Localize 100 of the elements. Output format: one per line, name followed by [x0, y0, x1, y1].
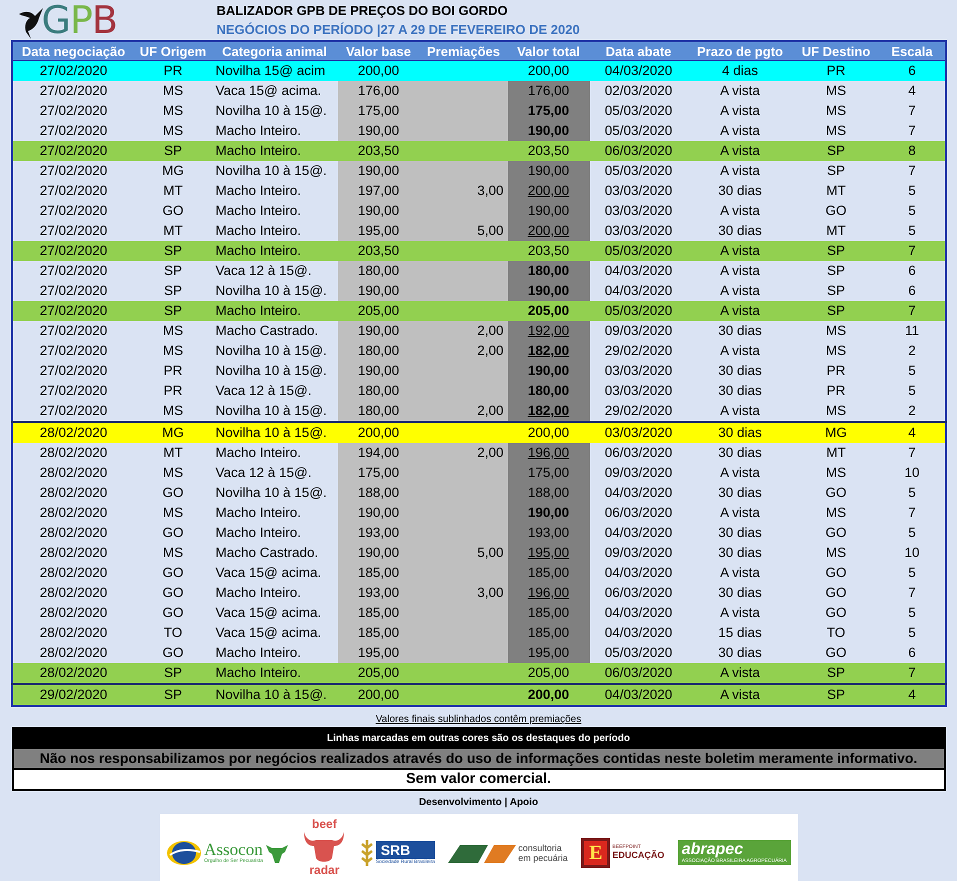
table-cell: PR — [134, 60, 212, 81]
table-cell: SP — [134, 684, 212, 706]
bird-icon — [18, 6, 44, 40]
table-cell: 195,00 — [338, 643, 420, 663]
table-cell: 7 — [880, 301, 946, 321]
wheat-icon — [360, 838, 374, 868]
table-cell: 190,00 — [338, 361, 420, 381]
column-header: Escala — [880, 41, 946, 60]
period-subtitle: NEGÓCIOS DO PERÍODO |27 A 29 DE FEVEREIRO DE 2020 — [216, 21, 580, 39]
table-cell: A vista — [688, 663, 792, 684]
table-cell: 200,00 — [508, 181, 590, 201]
table-cell: 203,50 — [508, 141, 590, 161]
brand-tagline: consultoria — [518, 842, 563, 852]
table-cell: 8 — [880, 141, 946, 161]
table-cell: 27/02/2020 — [12, 241, 134, 261]
table-cell: 205,00 — [338, 663, 420, 684]
table-cell: 190,00 — [338, 543, 420, 563]
table-cell: 176,00 — [508, 81, 590, 101]
table-cell: 2,00 — [420, 401, 508, 422]
table-cell: 185,00 — [338, 603, 420, 623]
table-cell: 180,00 — [338, 401, 420, 422]
table-cell: Macho Inteiro. — [212, 301, 338, 321]
brand-name: beef — [312, 818, 337, 830]
table-cell: 6 — [880, 60, 946, 81]
table-cell: 2,00 — [420, 443, 508, 463]
table-cell: 05/03/2020 — [590, 241, 688, 261]
table-cell: Macho Inteiro. — [212, 141, 338, 161]
table-cell: 175,00 — [338, 101, 420, 121]
table-cell: 7 — [880, 161, 946, 181]
table-cell: 190,00 — [508, 281, 590, 301]
table-cell: 28/02/2020 — [12, 443, 134, 463]
table-cell: SP — [134, 663, 212, 684]
table-cell: 200,00 — [508, 60, 590, 81]
table-cell: 7 — [880, 241, 946, 261]
table-cell: 180,00 — [338, 341, 420, 361]
credits-label: Desenvolvimento | Apoio — [418, 796, 538, 810]
table-cell: 195,00 — [508, 643, 590, 663]
table-cell: 190,00 — [508, 121, 590, 141]
table-cell: 193,00 — [338, 523, 420, 543]
table-cell: 5,00 — [420, 543, 508, 563]
table-cell: SP — [134, 241, 212, 261]
table-cell: Novilha 15@ acim — [212, 60, 338, 81]
column-header: Valor total — [508, 41, 590, 60]
highlight-notice: Linhas marcadas em outras cores são os destaques do período — [14, 729, 944, 749]
table-cell: 4 — [880, 684, 946, 706]
table-cell: 200,00 — [338, 60, 420, 81]
table-cell: 190,00 — [338, 201, 420, 221]
table-cell: 200,00 — [338, 684, 420, 706]
brand-name: abrapec — [682, 841, 744, 858]
table-cell: A vista — [688, 684, 792, 706]
table-cell: 195,00 — [508, 543, 590, 563]
table-cell: 180,00 — [508, 381, 590, 401]
table-cell: 196,00 — [508, 583, 590, 603]
table-cell: 175,00 — [508, 101, 590, 121]
table-cell: 188,00 — [508, 483, 590, 503]
table-cell: 5 — [880, 221, 946, 241]
column-header: Data abate — [590, 41, 688, 60]
table-cell: 30 dias — [688, 422, 792, 443]
z1-logo-icon — [448, 842, 516, 862]
table-cell: 27/02/2020 — [12, 261, 134, 281]
column-header: Prazo de pgto — [688, 41, 792, 60]
table-cell: 6 — [880, 261, 946, 281]
table-cell: 09/03/2020 — [590, 321, 688, 341]
table-cell: 185,00 — [338, 623, 420, 643]
table-cell: SP — [792, 684, 880, 706]
table-cell: 182,00 — [508, 401, 590, 422]
column-header: UF Destino — [792, 41, 880, 60]
no-value-notice: Sem valor comercial. — [14, 770, 944, 789]
table-cell: 194,00 — [338, 443, 420, 463]
table-cell: 05/03/2020 — [590, 121, 688, 141]
table-cell: 03/03/2020 — [590, 221, 688, 241]
table-cell: A vista — [688, 301, 792, 321]
table-cell: SP — [134, 141, 212, 161]
table-cell: 185,00 — [508, 623, 590, 643]
table-cell: 2,00 — [420, 321, 508, 341]
table-cell: 27/02/2020 — [12, 321, 134, 341]
table-cell: MG — [134, 422, 212, 443]
table-cell: 05/03/2020 — [590, 161, 688, 181]
table-cell: 06/03/2020 — [590, 141, 688, 161]
table-cell: 6 — [880, 643, 946, 663]
table-cell: 28/02/2020 — [12, 422, 134, 443]
table-cell: 04/03/2020 — [590, 261, 688, 281]
report-title: BALIZADOR GPB DE PREÇOS DO BOI GORDO — [216, 2, 509, 20]
table-cell: 190,00 — [338, 503, 420, 523]
table-cell: 03/03/2020 — [590, 422, 688, 443]
table-cell: 11 — [880, 321, 946, 341]
table-cell: SP — [792, 663, 880, 684]
table-cell: 176,00 — [338, 81, 420, 101]
table-cell: 3,00 — [420, 583, 508, 603]
table-cell: 192,00 — [508, 321, 590, 341]
table-cell: 185,00 — [338, 563, 420, 583]
column-header: UF Origem — [134, 41, 212, 60]
table-cell: Macho Inteiro. — [212, 663, 338, 684]
table-cell: 190,00 — [508, 161, 590, 181]
table-cell: SP — [134, 301, 212, 321]
table-cell: 190,00 — [338, 281, 420, 301]
table-cell: 27/02/2020 — [12, 401, 134, 422]
table-cell: 200,00 — [508, 422, 590, 443]
table-cell: 180,00 — [508, 261, 590, 281]
table-cell: 7 — [880, 663, 946, 684]
